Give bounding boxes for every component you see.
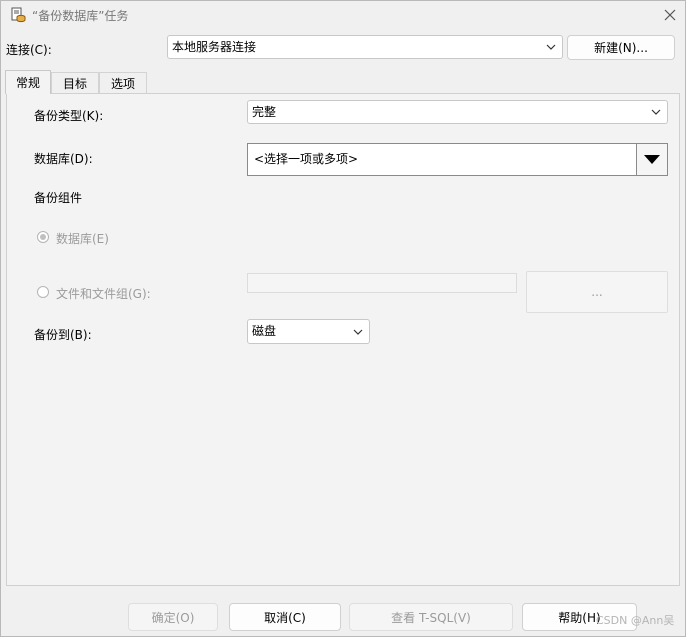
backup-to-select[interactable]: 磁盘 [247, 319, 370, 344]
connection-select[interactable]: 本地服务器连接 [167, 35, 563, 59]
triangle-down-icon [644, 155, 660, 164]
close-icon [664, 9, 676, 21]
backup-component-label: 备份组件 [34, 191, 83, 205]
connection-value: 本地服务器连接 [172, 40, 257, 54]
backup-type-label: 备份类型(K): [34, 109, 104, 123]
database-value: <选择一项或多项> [254, 152, 359, 166]
tab-options[interactable]: 选项 [99, 72, 147, 93]
database-dropdown-button[interactable] [636, 144, 667, 175]
radio-files-label: 文件和文件组(G): [56, 287, 151, 301]
radio-database[interactable] [37, 231, 49, 243]
view-tsql-button[interactable]: 查看 T-SQL(V) [349, 603, 513, 631]
chevron-down-icon [353, 320, 363, 343]
new-connection-button[interactable]: 新建(N)... [567, 35, 675, 60]
database-label: 数据库(D): [34, 152, 93, 166]
chevron-down-icon [546, 36, 556, 58]
tab-destination[interactable]: 目标 [51, 72, 99, 93]
connection-label: 连接(C): [6, 43, 52, 57]
backup-to-value: 磁盘 [252, 324, 277, 338]
radio-database-label: 数据库(E) [56, 232, 109, 246]
close-button[interactable] [657, 3, 683, 27]
ok-button[interactable]: 确定(O) [128, 603, 218, 631]
database-multiselect[interactable]: <选择一项或多项> [247, 143, 668, 176]
window-title: “备份数据库”任务 [32, 9, 129, 23]
files-input[interactable] [247, 273, 517, 293]
tab-general[interactable]: 常规 [5, 70, 51, 94]
cancel-button[interactable]: 取消(C) [229, 603, 341, 631]
backup-type-value: 完整 [252, 105, 277, 119]
radio-files[interactable] [37, 286, 49, 298]
database-backup-icon [10, 7, 26, 23]
backup-type-select[interactable]: 完整 [247, 100, 668, 124]
files-browse-button[interactable]: ... [526, 271, 668, 313]
chevron-down-icon [651, 101, 661, 123]
watermark-text: CSDN @Ann吴 [596, 614, 675, 627]
backup-to-label: 备份到(B): [34, 328, 92, 342]
